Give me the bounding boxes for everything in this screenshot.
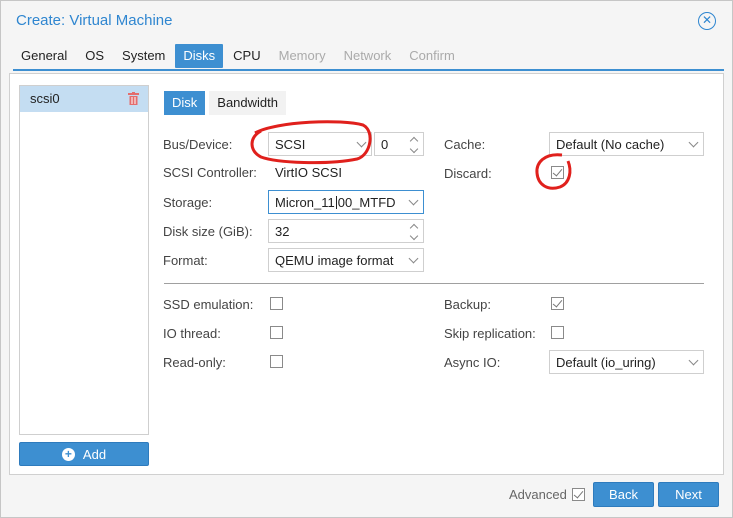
storage-select[interactable]: Micron_11 00_MTFD (268, 190, 424, 214)
format-select[interactable]: QEMU image format (268, 248, 424, 272)
titlebar: Create: Virtual Machine ✕ (1, 1, 732, 39)
disk-list: scsi0 (19, 85, 149, 435)
close-icon[interactable]: ✕ (702, 13, 712, 27)
disks-panel: scsi0 + Add Disk Bandwidth Bus/Device: S… (9, 73, 724, 475)
skip-replication-checkbox[interactable] (551, 326, 564, 339)
io-thread-label: IO thread: (163, 326, 221, 341)
cache-label: Cache: (444, 137, 486, 152)
chevron-down-icon[interactable] (408, 195, 419, 206)
bus-select[interactable]: SCSI (268, 132, 372, 156)
async-io-select[interactable]: Default (io_uring) (549, 350, 704, 374)
add-disk-button[interactable]: + Add (19, 442, 149, 466)
disk-size-value: 32 (275, 224, 290, 239)
wizard-tabs: General OS System Disks CPU Memory Netwo… (13, 44, 465, 69)
chevron-down-icon[interactable] (688, 137, 699, 148)
tab-os[interactable]: OS (77, 44, 112, 68)
dialog-title: Create: Virtual Machine (16, 12, 173, 29)
read-only-checkbox[interactable] (270, 355, 283, 368)
disk-list-item[interactable]: scsi0 (20, 86, 148, 112)
tab-confirm: Confirm (409, 48, 455, 63)
cache-value: Default (No cache) (556, 137, 665, 152)
disk-subtabs: Disk Bandwidth (164, 91, 290, 115)
backup-checkbox[interactable] (551, 297, 564, 310)
scsi-controller-label: SCSI Controller: (163, 165, 257, 180)
create-vm-dialog: Create: Virtual Machine ✕ General OS Sys… (0, 0, 733, 518)
plus-circle-icon: + (61, 447, 75, 461)
disk-size-input[interactable]: 32 (268, 219, 424, 243)
section-divider (164, 283, 704, 284)
chevron-down-icon[interactable] (688, 355, 699, 366)
tab-strip-underline (13, 69, 724, 71)
spinner-icon[interactable] (409, 223, 419, 241)
bus-value: SCSI (275, 137, 306, 152)
trash-icon[interactable] (128, 92, 139, 105)
cache-select[interactable]: Default (No cache) (549, 132, 704, 156)
backup-label: Backup: (444, 297, 491, 312)
tab-network: Network (343, 48, 392, 63)
format-value: QEMU image format (275, 253, 394, 268)
ssd-emulation-checkbox[interactable] (270, 297, 283, 310)
discard-checkbox[interactable] (551, 166, 564, 179)
text-cursor (335, 196, 337, 209)
add-button-label: Add (82, 446, 107, 462)
tab-disks[interactable]: Disks (175, 44, 224, 68)
chevron-down-icon[interactable] (356, 137, 367, 148)
bus-device-label: Bus/Device: (163, 137, 233, 152)
discard-label: Discard: (444, 166, 492, 181)
tab-memory: Memory (278, 48, 326, 63)
device-number-input[interactable]: 0 (374, 132, 424, 156)
async-io-value: Default (io_uring) (556, 355, 656, 370)
storage-value-start: Micron_11 (275, 195, 335, 210)
disk-item-label: scsi0 (30, 91, 60, 106)
close-button[interactable]: ✕ (698, 12, 716, 30)
advanced-label: Advanced (509, 487, 567, 502)
ssd-emulation-label: SSD emulation: (163, 297, 254, 312)
next-button[interactable]: Next (658, 482, 719, 507)
storage-value-end: 00_MTFD (337, 195, 396, 210)
io-thread-checkbox[interactable] (270, 326, 283, 339)
advanced-checkbox[interactable] (572, 488, 585, 501)
read-only-label: Read-only: (163, 355, 226, 370)
tab-cpu[interactable]: CPU (225, 44, 268, 68)
tab-system[interactable]: System (114, 44, 173, 68)
format-label: Format: (163, 253, 208, 268)
disk-size-label: Disk size (GiB): (163, 224, 253, 239)
async-io-label: Async IO: (444, 355, 501, 370)
device-number-value: 0 (381, 137, 389, 152)
subtab-disk[interactable]: Disk (164, 91, 206, 115)
storage-label: Storage: (163, 195, 213, 210)
chevron-down-icon[interactable] (408, 253, 419, 264)
subtab-bandwidth[interactable]: Bandwidth (209, 91, 286, 115)
back-button[interactable]: Back (593, 482, 654, 507)
scsi-controller-value: VirtIO SCSI (275, 165, 342, 180)
spinner-icon[interactable] (409, 136, 419, 154)
tab-general[interactable]: General (13, 44, 75, 68)
skip-replication-label: Skip replication: (444, 326, 536, 341)
